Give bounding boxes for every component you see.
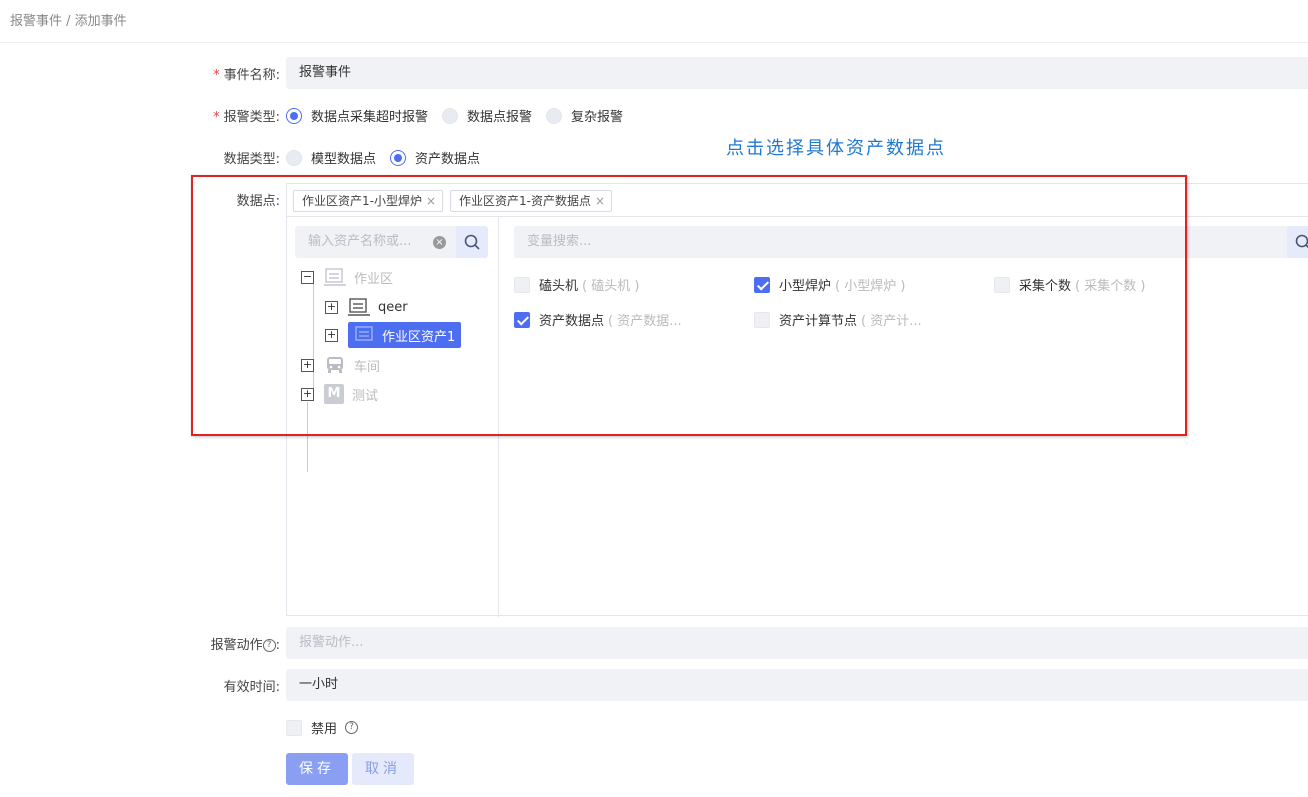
event-name-label: * 事件名称:	[213, 68, 280, 83]
tree-node-qeer[interactable]: + qeer	[325, 297, 408, 317]
search-icon	[1295, 234, 1308, 249]
radio-dot-checked	[390, 149, 407, 166]
radio-complex-alarm[interactable]: 复杂报警	[546, 106, 623, 125]
checkbox[interactable]	[994, 276, 1010, 293]
asset-search-button[interactable]	[456, 226, 488, 258]
breadcrumb: 报警事件 / 添加事件	[10, 14, 127, 29]
variable-item[interactable]: 资产计算节点( 资产计...	[754, 310, 922, 329]
checkbox-checked[interactable]	[754, 276, 770, 293]
expand-icon[interactable]: +	[325, 300, 338, 314]
alarm-action-input[interactable]: 报警动作...	[286, 627, 1308, 659]
tree-node-asset1[interactable]: + 作业区资产1	[325, 322, 462, 348]
help-icon[interactable]: ?	[262, 639, 276, 652]
radio-model-datapoint[interactable]: 模型数据点	[286, 148, 376, 167]
asset-icon	[355, 326, 373, 341]
picker-divider	[498, 217, 499, 617]
expand-icon[interactable]: +	[301, 387, 314, 401]
data-type-radio-group: 模型数据点 资产数据点	[286, 148, 494, 167]
alarm-type-label: * 报警类型:	[213, 110, 280, 125]
tree-node-workarea[interactable]: − 作业区	[301, 267, 393, 287]
tree-node-workshop[interactable]: + 车间	[301, 355, 380, 375]
radio-dot	[286, 149, 302, 166]
valid-time-label: 有效时间:	[223, 680, 280, 695]
car-icon	[327, 357, 343, 373]
tree-guide-line	[307, 402, 308, 472]
variable-item[interactable]: 磕头机( 磕头机 )	[514, 275, 639, 294]
checkbox[interactable]	[286, 719, 302, 736]
annotation-text: 点击选择具体资产数据点	[726, 138, 946, 159]
close-icon[interactable]: ×	[595, 194, 605, 208]
radio-dot	[442, 107, 459, 124]
variable-search-button[interactable]	[1287, 226, 1308, 258]
selected-tag[interactable]: 作业区资产1-小型焊炉 ×	[293, 190, 444, 212]
tree-node-test[interactable]: + M 测试	[301, 384, 378, 404]
alarm-type-radio-group: 数据点采集超时报警 数据点报警 复杂报警	[286, 106, 637, 125]
header-divider	[0, 42, 1308, 43]
tree-guide-line	[313, 283, 314, 395]
disable-checkbox-row[interactable]: 禁用 ?	[286, 718, 359, 737]
data-type-label: 数据类型:	[223, 152, 280, 167]
checkbox-checked[interactable]	[514, 311, 530, 328]
selected-datapoints-box[interactable]: 作业区资产1-小型焊炉 × 作业区资产1-资产数据点 ×	[286, 183, 1308, 217]
checkbox[interactable]	[514, 276, 530, 293]
datapoint-picker: 输入资产名称或... × − 作业区 + qeer + 作业区资产1 + 车间 …	[286, 216, 1308, 617]
asset-icon	[348, 298, 370, 316]
help-icon[interactable]: ?	[345, 721, 359, 734]
clear-icon[interactable]: ×	[433, 236, 446, 249]
save-button[interactable]: 保存	[286, 753, 348, 785]
page: 报警事件 / 添加事件 * 事件名称: 报警事件 * 报警类型: 数据点采集超时报警…	[0, 0, 1308, 797]
search-icon	[464, 234, 480, 250]
radio-datapoint-alarm[interactable]: 数据点报警	[442, 106, 532, 125]
valid-time-select[interactable]: 一小时	[286, 669, 1308, 701]
expand-icon[interactable]: +	[301, 358, 314, 372]
checkbox[interactable]	[754, 311, 770, 328]
variable-item[interactable]: 采集个数( 采集个数 )	[994, 275, 1145, 294]
close-icon[interactable]: ×	[426, 194, 436, 208]
selected-tag[interactable]: 作业区资产1-资产数据点 ×	[450, 190, 613, 212]
radio-timeout-alarm[interactable]: 数据点采集超时报警	[286, 106, 428, 125]
event-name-input[interactable]: 报警事件	[286, 57, 1308, 89]
radio-asset-datapoint[interactable]: 资产数据点	[390, 148, 480, 167]
collapse-icon[interactable]: −	[301, 270, 314, 284]
workarea-icon	[324, 268, 346, 286]
variable-item[interactable]: 资产数据点( 资产数据...	[514, 310, 682, 329]
radio-dot	[546, 107, 563, 124]
model-m-icon: M	[324, 384, 344, 404]
alarm-action-label: 报警动作?:	[210, 638, 280, 653]
variable-item[interactable]: 小型焊炉( 小型焊炉 )	[754, 275, 905, 294]
tree-node-selected[interactable]: 作业区资产1	[348, 322, 462, 348]
radio-dot-checked	[286, 107, 302, 124]
variable-search-input[interactable]: 变量搜索...	[514, 226, 1289, 258]
cancel-button[interactable]: 取消	[352, 753, 414, 785]
expand-icon[interactable]: +	[325, 328, 338, 342]
data-point-label: 数据点:	[236, 194, 280, 209]
